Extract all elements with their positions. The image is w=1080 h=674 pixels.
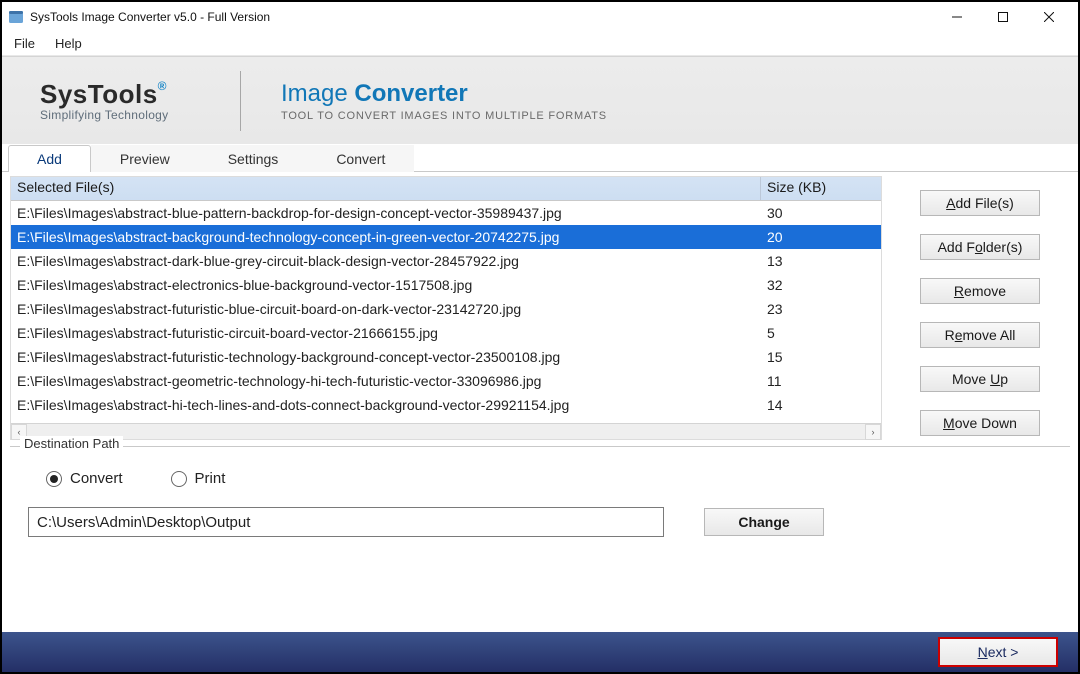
radio-circle-icon bbox=[171, 471, 187, 487]
path-row: Change bbox=[28, 507, 1052, 537]
table-row[interactable]: E:\Files\Images\abstract-background-tech… bbox=[11, 225, 881, 249]
cell-size: 5 bbox=[761, 421, 881, 423]
table-row[interactable]: E:\Files\Images\abstract-dark-blue-grey-… bbox=[11, 249, 881, 273]
cell-size: 11 bbox=[761, 373, 881, 389]
brand-title-block: Image Converter TOOL TO CONVERT IMAGES I… bbox=[241, 80, 607, 122]
cell-file: E:\Files\Images\abstract-hi-tech-lines-a… bbox=[11, 397, 761, 413]
brand-logo-block: SysTools® Simplifying Technology bbox=[2, 75, 240, 126]
destination-path-input[interactable] bbox=[28, 507, 664, 537]
app-icon bbox=[8, 9, 24, 25]
scroll-right-icon[interactable]: › bbox=[865, 424, 881, 440]
cell-size: 30 bbox=[761, 205, 881, 221]
col-header-file[interactable]: Selected File(s) bbox=[11, 177, 761, 200]
tab-settings[interactable]: Settings bbox=[199, 145, 308, 172]
cell-file: E:\Files\Images\abstract-background-tech… bbox=[11, 229, 761, 245]
cell-file: E:\Files\Images\abstract-electronics-blu… bbox=[11, 277, 761, 293]
brand-logo: SysTools® bbox=[40, 79, 226, 110]
cell-size: 15 bbox=[761, 349, 881, 365]
menubar: File Help bbox=[2, 32, 1078, 56]
product-title: Image Converter bbox=[281, 80, 607, 108]
table-row[interactable]: E:\Files\Images\abstract-blue-pattern-ba… bbox=[11, 201, 881, 225]
cell-file: E:\Files\Images\abstract-futuristic-tech… bbox=[11, 349, 761, 365]
menu-help[interactable]: Help bbox=[47, 34, 94, 53]
close-button[interactable] bbox=[1026, 2, 1072, 32]
window-controls bbox=[934, 2, 1072, 32]
move-up-button[interactable]: Move Up bbox=[920, 366, 1040, 392]
radio-convert[interactable]: Convert bbox=[46, 470, 123, 487]
bottom-bar: Next > bbox=[2, 632, 1078, 672]
table-body[interactable]: E:\Files\Images\abstract-blue-pattern-ba… bbox=[11, 201, 881, 423]
next-button[interactable]: Next > bbox=[938, 637, 1058, 667]
output-mode-radios: Convert Print bbox=[28, 462, 1052, 507]
table-row[interactable]: E:\Files\Images\abstract-poligonal-dark-… bbox=[11, 417, 881, 423]
cell-size: 20 bbox=[761, 229, 881, 245]
product-subtitle: TOOL TO CONVERT IMAGES INTO MULTIPLE FOR… bbox=[281, 110, 607, 122]
table-row[interactable]: E:\Files\Images\abstract-futuristic-tech… bbox=[11, 345, 881, 369]
cell-file: E:\Files\Images\abstract-poligonal-dark-… bbox=[11, 421, 761, 423]
brand-logo-text: SysTools bbox=[40, 79, 158, 109]
col-header-size[interactable]: Size (KB) bbox=[761, 177, 881, 200]
change-button[interactable]: Change bbox=[704, 508, 824, 536]
add-files-button[interactable]: Add File(s) bbox=[920, 190, 1040, 216]
remove-all-button[interactable]: Remove All bbox=[920, 322, 1040, 348]
registered-mark-icon: ® bbox=[158, 79, 167, 93]
table-row[interactable]: E:\Files\Images\abstract-hi-tech-lines-a… bbox=[11, 393, 881, 417]
add-folders-button[interactable]: Add Folder(s) bbox=[920, 234, 1040, 260]
radio-print[interactable]: Print bbox=[171, 470, 226, 487]
cell-file: E:\Files\Images\abstract-geometric-techn… bbox=[11, 373, 761, 389]
destination-group: Destination Path Convert Print Change bbox=[10, 446, 1070, 563]
tab-preview[interactable]: Preview bbox=[91, 145, 199, 172]
cell-size: 14 bbox=[761, 397, 881, 413]
table-row[interactable]: E:\Files\Images\abstract-geometric-techn… bbox=[11, 369, 881, 393]
cell-size: 32 bbox=[761, 277, 881, 293]
minimize-button[interactable] bbox=[934, 2, 980, 32]
brand-bar: SysTools® Simplifying Technology Image C… bbox=[2, 56, 1078, 144]
file-table: Selected File(s) Size (KB) E:\Files\Imag… bbox=[10, 176, 882, 440]
move-down-button[interactable]: Move Down bbox=[920, 410, 1040, 436]
table-row[interactable]: E:\Files\Images\abstract-futuristic-circ… bbox=[11, 321, 881, 345]
cell-file: E:\Files\Images\abstract-dark-blue-grey-… bbox=[11, 253, 761, 269]
tabstrip: Add Preview Settings Convert bbox=[2, 144, 1078, 172]
table-header: Selected File(s) Size (KB) bbox=[11, 177, 881, 201]
cell-size: 23 bbox=[761, 301, 881, 317]
titlebar: SysTools Image Converter v5.0 - Full Ver… bbox=[2, 2, 1078, 32]
radio-print-label: Print bbox=[195, 470, 226, 487]
menu-file[interactable]: File bbox=[6, 34, 47, 53]
table-row[interactable]: E:\Files\Images\abstract-futuristic-blue… bbox=[11, 297, 881, 321]
tab-convert[interactable]: Convert bbox=[307, 145, 414, 172]
work-area: Selected File(s) Size (KB) E:\Files\Imag… bbox=[2, 172, 1078, 444]
cell-file: E:\Files\Images\abstract-blue-pattern-ba… bbox=[11, 205, 761, 221]
product-title-light: Image bbox=[281, 80, 354, 107]
maximize-button[interactable] bbox=[980, 2, 1026, 32]
radio-convert-label: Convert bbox=[70, 470, 123, 487]
cell-size: 13 bbox=[761, 253, 881, 269]
radio-dot-icon bbox=[46, 471, 62, 487]
brand-tagline: Simplifying Technology bbox=[40, 108, 226, 122]
product-title-bold: Converter bbox=[354, 80, 467, 107]
table-row[interactable]: E:\Files\Images\abstract-electronics-blu… bbox=[11, 273, 881, 297]
remove-button[interactable]: Remove bbox=[920, 278, 1040, 304]
cell-file: E:\Files\Images\abstract-futuristic-circ… bbox=[11, 325, 761, 341]
action-panel: Add File(s) Add Folder(s) Remove Remove … bbox=[890, 176, 1070, 440]
destination-legend: Destination Path bbox=[20, 436, 123, 451]
cell-size: 5 bbox=[761, 325, 881, 341]
horizontal-scrollbar[interactable]: ‹ › bbox=[11, 423, 881, 439]
window-title: SysTools Image Converter v5.0 - Full Ver… bbox=[30, 10, 934, 24]
cell-file: E:\Files\Images\abstract-futuristic-blue… bbox=[11, 301, 761, 317]
tab-add[interactable]: Add bbox=[8, 145, 91, 172]
